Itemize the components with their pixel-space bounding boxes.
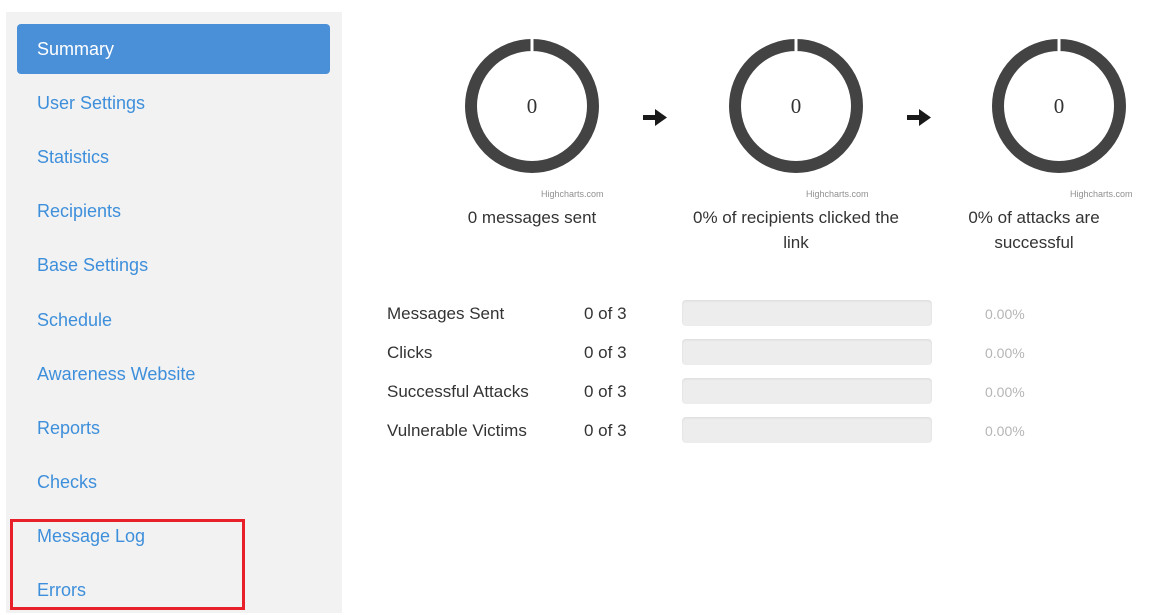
sidebar-item-statistics[interactable]: Statistics [17,132,330,182]
stat-count: 0 of 3 [584,382,627,401]
arrow-right-icon [907,109,931,126]
stat-label-clicks: Clicks [387,343,433,362]
gauge-caption: 0 messages sent [412,205,652,230]
stat-count: 0 of 3 [584,304,627,323]
gauge-value: 0 [790,93,802,118]
sidebar-nav: Summary User Settings Statistics Recipie… [6,12,342,613]
sidebar-item-message-log[interactable]: Message Log [17,511,330,561]
sidebar-item-checks[interactable]: Checks [17,457,330,507]
gauge-value: 0 [1053,93,1065,118]
gauge-successful-attacks: 0 [989,36,1129,176]
stat-count: 0 of 3 [584,421,627,440]
stat-label-messages-sent: Messages Sent [387,304,505,323]
gauge-caption: 0% of attacks are successful [916,205,1152,255]
highcharts-credit[interactable]: Highcharts.com [541,189,604,199]
stat-percent: 0.00% [985,306,1025,322]
highcharts-credit[interactable]: Highcharts.com [806,189,869,199]
caption-line-1: 0% of attacks are [968,208,1100,227]
sidebar-item-recipients[interactable]: Recipients [17,186,330,236]
sidebar-item-awareness-website[interactable]: Awareness Website [17,349,330,399]
stat-percent: 0.00% [985,345,1025,361]
sidebar-item-schedule[interactable]: Schedule [17,295,330,345]
gauge-messages-sent: 0 [462,36,602,176]
gauge-recipients-clicked: 0 [726,36,866,176]
sidebar-item-summary[interactable]: Summary [17,24,330,74]
gauge-value: 0 [526,93,538,118]
sidebar-item-errors[interactable]: Errors [17,565,330,615]
progress-bar [682,417,932,443]
arrow-right-icon [643,109,667,126]
progress-bar [682,378,932,404]
caption-line-1: 0% of recipients clicked the [693,208,899,227]
caption-line-1: 0 messages sent [467,208,597,227]
stat-label-vulnerable-victims: Vulnerable Victims [387,421,527,440]
progress-bar [682,339,932,365]
stat-count: 0 of 3 [584,343,627,362]
gauge-caption: 0% of recipients clicked the link [676,205,916,255]
stat-percent: 0.00% [985,423,1025,439]
stat-label-successful-attacks: Successful Attacks [387,382,529,401]
stat-percent: 0.00% [985,384,1025,400]
sidebar-item-base-settings[interactable]: Base Settings [17,240,330,290]
sidebar-item-reports[interactable]: Reports [17,403,330,453]
caption-line-2: successful [994,233,1074,252]
highcharts-credit[interactable]: Highcharts.com [1070,189,1133,199]
sidebar-item-user-settings[interactable]: User Settings [17,78,330,128]
caption-line-2: link [783,233,809,252]
progress-bar [682,300,932,326]
